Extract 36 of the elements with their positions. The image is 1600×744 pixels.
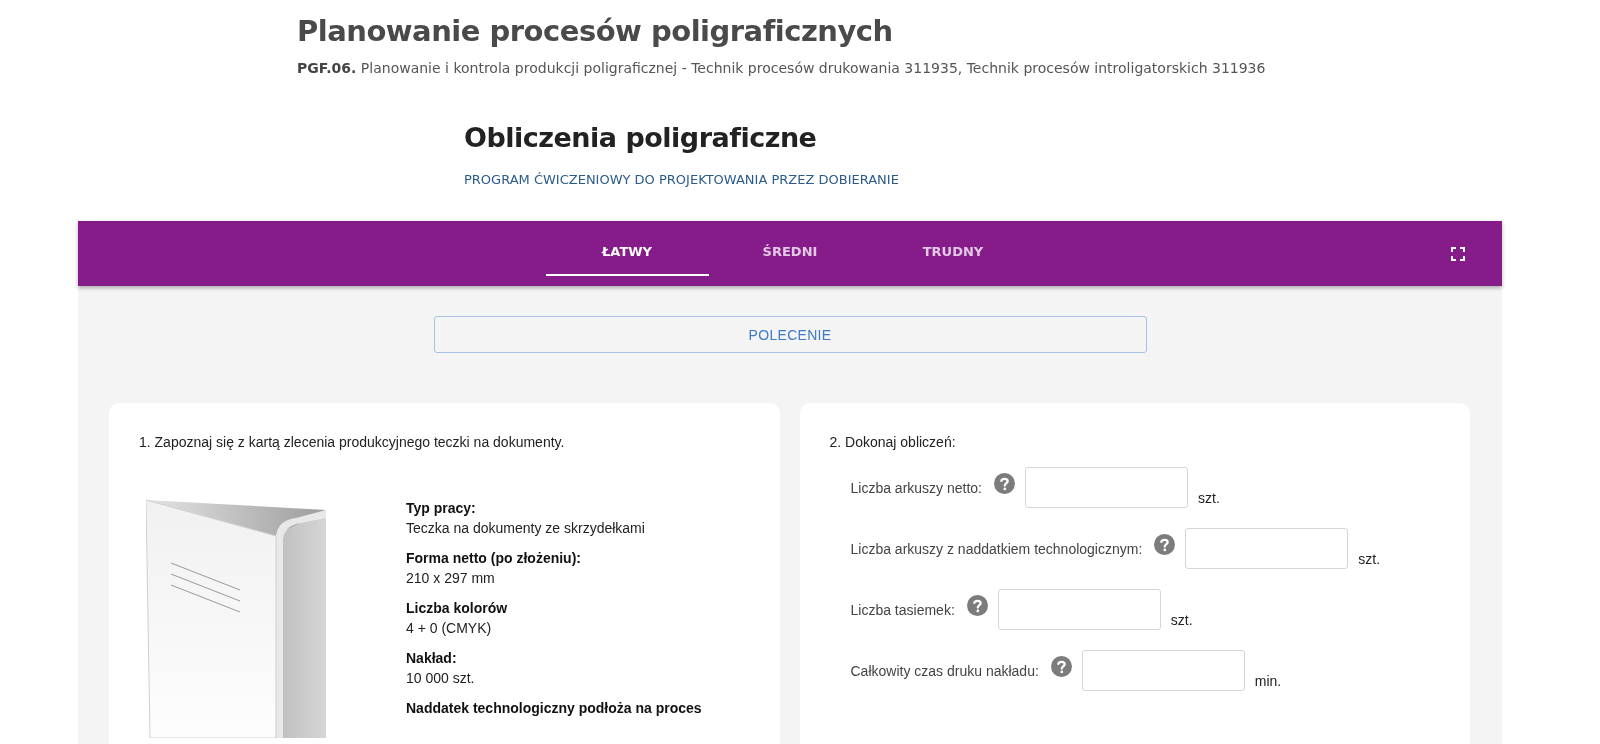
app-title: Obliczenia poligraficzne [464, 121, 818, 155]
detail-value: Teczka na dokumenty ze skrzydełkami [406, 519, 646, 538]
level-tab[interactable]: ŁATWY [545, 221, 709, 276]
detail-label: Liczba kolorów [406, 599, 509, 618]
field-label: Całkowity czas druku nakładu: [850, 662, 1039, 679]
card-heading: 1. Zapoznaj się z kartą zlecenia produkcyjnego teczki na dokumenty. [139, 434, 566, 450]
unit-label: szt. [1198, 489, 1220, 506]
detail-label: Forma netto (po złożeniu): [406, 549, 582, 568]
level-tab[interactable]: ŚREDNI [708, 221, 872, 276]
detail-value: 10 000 szt. [406, 669, 476, 688]
help-icon[interactable] [994, 473, 1015, 494]
instruction-button[interactable]: POLECENIE [433, 316, 1147, 353]
unit-label: min. [1254, 672, 1282, 689]
unit-label: szt. [1358, 550, 1381, 567]
detail-value: 210 x 297 mm [406, 569, 496, 588]
help-icon[interactable] [966, 595, 988, 616]
unit-label: szt. [1170, 611, 1193, 628]
field-label: Liczba arkuszy netto: [850, 479, 982, 496]
input-field[interactable] [1185, 528, 1349, 569]
help-icon[interactable] [1050, 656, 1072, 677]
card-heading: 2. Dokonaj obliczeń: [829, 434, 957, 450]
help-icon[interactable] [1154, 534, 1176, 555]
course-description: PGF.06. Planowanie i kontrola produkcji poligraficznej - Technik procesów drukowania 311935, Technik procesów introligatorskich 311936 [297, 60, 1267, 76]
fullscreen-icon[interactable] [1451, 247, 1465, 261]
detail-value: 4 + 0 (CMYK) [406, 619, 493, 638]
input-field[interactable] [1081, 650, 1245, 691]
level-tab[interactable]: TRUDNY [871, 221, 1035, 276]
app-subtitle: PROGRAM ĆWICZENIOWY DO PROJEKTOWANIA PRZEZ DOBIERANIE [464, 172, 900, 187]
input-field[interactable] [997, 589, 1161, 630]
input-field[interactable] [1025, 467, 1188, 508]
detail-label: Nakład: [406, 649, 458, 668]
page-title: Planowanie procesów poligraficznych [297, 13, 894, 50]
detail-label: Naddatek technologiczny podłoża na proces [406, 699, 702, 718]
field-label: Liczba tasiemek: [850, 601, 955, 618]
detail-label: Typ pracy: [406, 499, 477, 518]
field-label: Liczba arkuszy z naddatkiem technologicznym: [850, 540, 1143, 557]
